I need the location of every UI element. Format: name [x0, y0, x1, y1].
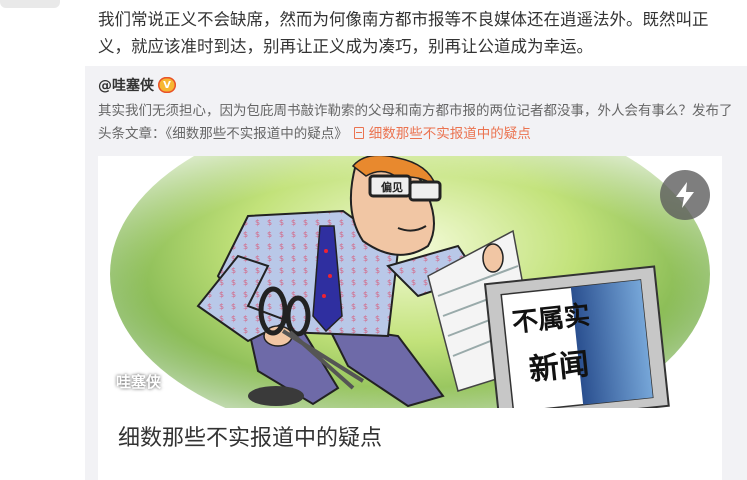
article-card-title[interactable]: 细数那些不实报道中的疑点 — [118, 420, 382, 452]
document-icon — [353, 127, 364, 139]
article-card[interactable]: $ — [98, 156, 722, 480]
lightning-icon — [676, 182, 694, 208]
flash-article-button[interactable] — [660, 170, 710, 220]
repost-author-row: @哇塞侠 V — [98, 74, 176, 96]
image-watermark: 哇塞侠 — [116, 373, 162, 391]
repost-container: @哇塞侠 V 其实我们无须担心，因为包庇周书敲诈勒索的父母和南方都市报的两位记者… — [85, 66, 747, 480]
avatar-fragment — [0, 0, 60, 8]
article-link[interactable]: 细数那些不实报道中的疑点 — [353, 126, 531, 142]
article-link-label: 细数那些不实报道中的疑点 — [368, 126, 531, 142]
tv-monitor: 不属实 新闻 — [483, 265, 670, 408]
post-text: 我们常说正义不会缺席，然而为何像南方都市报等不良媒体还在逍遥法外。既然叫正义，就… — [98, 10, 709, 56]
screen-text-2: 新闻 — [527, 347, 590, 388]
repost-author-name[interactable]: @哇塞侠 — [98, 75, 154, 95]
cartoon-illustration: $ — [98, 156, 722, 408]
verified-badge-icon: V — [158, 77, 176, 93]
glasses-label: 偏见 — [381, 180, 403, 194]
article-cover-image: $ — [98, 156, 722, 408]
repost-text: 其实我们无须担心，因为包庇周书敲诈勒索的父母和南方都市报的两位记者都没事，外人会… — [98, 100, 733, 146]
